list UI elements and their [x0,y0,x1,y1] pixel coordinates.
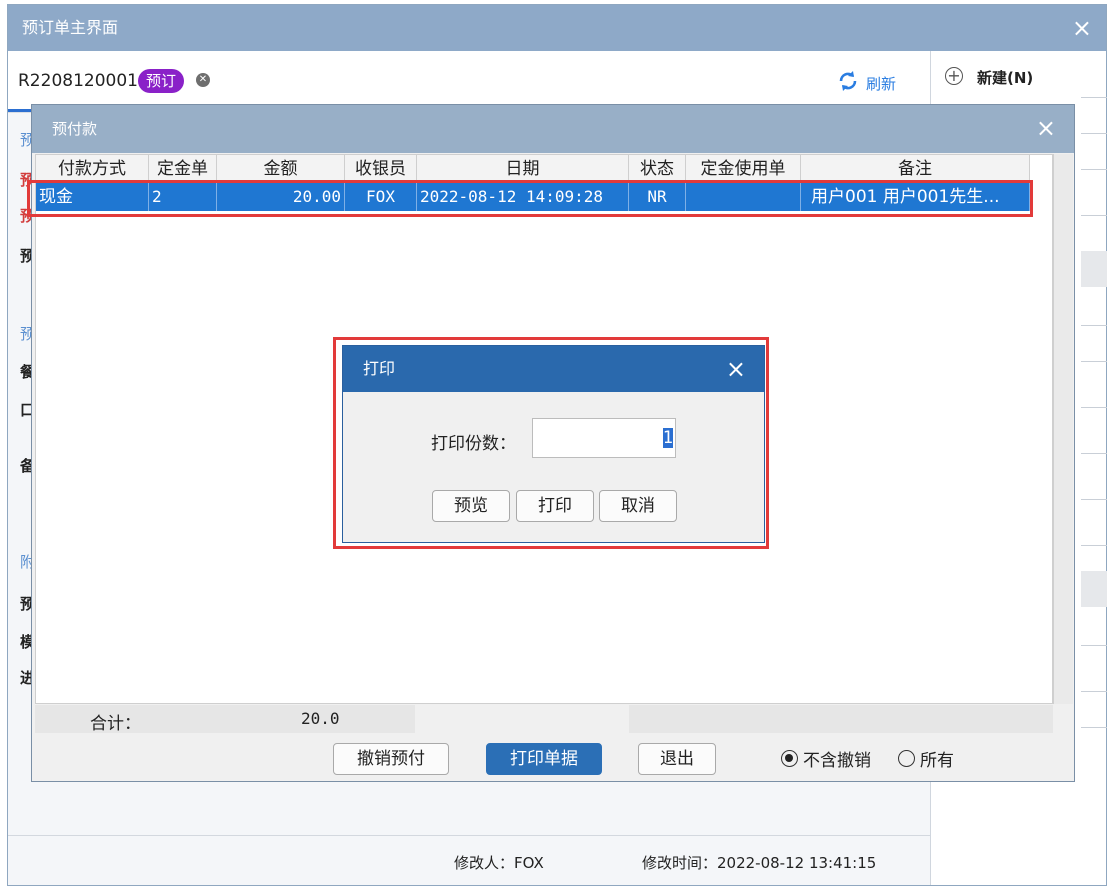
total-label: 合计： [90,714,141,734]
exit-button[interactable]: 退出 [638,743,716,775]
divider [1081,133,1107,134]
new-button[interactable]: 新建(N) [977,67,1033,88]
divider [1081,97,1107,98]
copies-label: 打印份数： [431,434,516,454]
add-circle-icon[interactable]: + [945,67,963,85]
radio-all-label[interactable]: 所有 [920,746,954,771]
column-header[interactable]: 定金使用单 [686,155,801,183]
modified-time-text: 修改时间：2022-08-12 13:41:15 [642,854,877,872]
column-header[interactable]: 日期 [417,155,629,183]
panel-block [1081,571,1107,607]
divider [1081,499,1107,500]
radio-all[interactable] [898,750,915,767]
preview-button[interactable]: 预览 [432,490,510,522]
divider [1081,361,1107,362]
column-header[interactable]: 备注 [801,155,1030,183]
divider [1081,453,1107,454]
main-close-button[interactable]: × [1072,14,1092,42]
divider [1081,645,1107,646]
divider [1081,727,1107,728]
divider [1081,407,1107,408]
modifier-text: 修改人：FOX [454,854,544,872]
column-header[interactable]: 付款方式 [36,155,149,183]
print-close-button[interactable]: × [726,354,746,384]
panel-block [1081,251,1107,287]
radio-exclude-cancelled-label[interactable]: 不含撤销 [803,746,871,771]
column-header[interactable]: 收银员 [345,155,417,183]
deposit-title: 预付款 [52,120,98,138]
refresh-button[interactable]: 刷新 [866,73,896,94]
deposit-close-button[interactable]: × [1036,115,1056,141]
print-dialog: 打印 × 打印份数： 1 预览 打印 取消 [342,345,765,543]
divider [1081,545,1107,546]
vertical-scrollbar[interactable] [1053,154,1073,704]
total-value: 20.0 [301,709,340,728]
print-button[interactable]: 打印 [516,490,594,522]
main-title-bar: 预订单主界面 [8,5,1106,51]
column-header[interactable]: 定金单号 [149,155,217,207]
print-title: 打印 [363,359,396,378]
divider [1081,325,1107,326]
copies-value: 1 [662,428,673,448]
total-bar: 合计： 20.0 [35,705,1053,734]
divider [1081,215,1107,216]
refresh-icon[interactable] [836,69,860,93]
divider [1081,691,1107,692]
total-bar-segment [415,705,629,733]
radio-exclude-cancelled[interactable] [781,750,798,767]
cancel-prepay-button[interactable]: 撤销预付 [333,743,449,775]
status-footer: 修改人：FOX 修改时间：2022-08-12 13:41:15 [8,835,930,885]
cancel-button[interactable]: 取消 [599,490,677,522]
column-header[interactable]: 状态 [629,155,686,183]
deposit-title-bar: 预付款 [32,105,1074,153]
status-badge: 预订 [138,69,185,93]
column-header[interactable]: 金额 [217,155,345,183]
order-number-tab[interactable]: R2208120001 [18,71,138,91]
main-title: 预订单主界面 [22,18,119,37]
row-highlight-frame [27,180,1033,217]
print-receipt-button[interactable]: 打印单据 [486,743,602,775]
divider [1081,169,1107,170]
print-title-bar: 打印 [343,346,764,392]
close-tab-icon[interactable]: ✕ [196,73,210,87]
copies-input[interactable]: 1 [532,418,676,458]
